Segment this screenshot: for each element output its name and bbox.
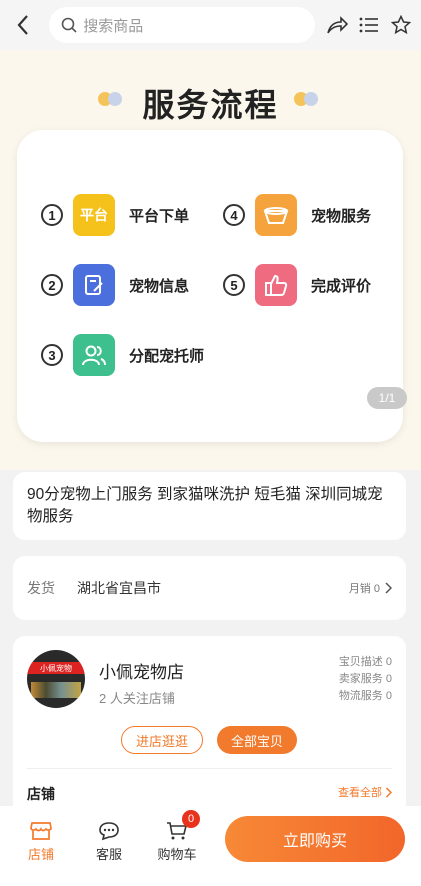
store-icon xyxy=(30,818,52,844)
product-title: 90分宠物上门服务 到家猫咪洗护 短毛猫 深圳同城宠物服务 xyxy=(13,472,406,540)
step-number: 3 xyxy=(41,344,63,366)
shop-section-label: 店铺 xyxy=(27,786,55,802)
step-label: 完成评价 xyxy=(311,277,372,295)
search-input[interactable]: 搜索商品 xyxy=(49,7,315,43)
tab-customer-service[interactable]: 客服 xyxy=(82,818,136,863)
search-placeholder: 搜索商品 xyxy=(83,17,144,35)
step-number: 1 xyxy=(41,204,63,226)
tab-cart[interactable]: 购物车 0 xyxy=(150,810,204,863)
pet-bowl-icon xyxy=(255,194,297,236)
platform-icon: 平台 xyxy=(73,194,115,236)
share-icon[interactable] xyxy=(325,13,349,37)
step-4: 4 宠物服务 xyxy=(223,194,371,236)
step-label: 平台下单 xyxy=(129,207,190,225)
pet-info-icon xyxy=(73,264,115,306)
step-number: 2 xyxy=(41,274,63,296)
favorite-star-icon[interactable] xyxy=(389,13,413,37)
step-number: 5 xyxy=(223,274,245,296)
step-label: 分配宠托师 xyxy=(129,347,205,365)
shipping-label: 发货 xyxy=(27,580,55,596)
menu-list-icon[interactable] xyxy=(357,13,381,37)
divider xyxy=(27,768,392,769)
shipping-location: 湖北省宜昌市 xyxy=(77,580,161,596)
shop-avatar[interactable]: 小佩宠物 xyxy=(27,650,85,708)
tab-store[interactable]: 店铺 xyxy=(14,818,68,863)
step-label: 宠物信息 xyxy=(129,277,190,295)
step-2: 2 宠物信息 xyxy=(41,264,189,306)
assign-sitter-icon xyxy=(73,334,115,376)
shipping-row[interactable]: 发货 湖北省宜昌市 月销 0 xyxy=(13,556,406,620)
back-icon[interactable] xyxy=(8,10,37,40)
step-5: 5 完成评价 xyxy=(223,264,371,306)
see-all-link[interactable]: 查看全部 xyxy=(338,784,392,800)
all-items-button[interactable]: 全部宝贝 xyxy=(217,726,297,754)
chevron-right-icon xyxy=(385,786,392,798)
step-number: 4 xyxy=(223,204,245,226)
enter-shop-button[interactable]: 进店逛逛 xyxy=(121,726,203,754)
shop-followers: 2 人关注店铺 xyxy=(99,691,175,706)
shop-ratings: 宝贝描述 0 卖家服务 0 物流服务 0 xyxy=(338,656,392,702)
chevron-right-icon xyxy=(385,582,392,594)
banner-pager: 1/1 xyxy=(367,387,407,409)
service-flow-banner[interactable]: 服务流程 1 平台 平台下单 2 宠物信息 3 分配宠托师 4 宠物服务 5 完… xyxy=(0,50,421,470)
banner-title: 服务流程 xyxy=(142,87,279,123)
service-steps-card: 1 平台 平台下单 2 宠物信息 3 分配宠托师 4 宠物服务 5 完成评价 xyxy=(17,130,403,442)
monthly-sales: 月销 0 xyxy=(349,580,392,596)
buy-now-button[interactable]: 立即购买 xyxy=(225,816,405,862)
step-label: 宠物服务 xyxy=(311,207,372,225)
cart-badge: 0 xyxy=(182,810,200,828)
bottom-bar: 店铺 客服 购物车 0 立即购买 xyxy=(0,806,421,886)
thumbs-up-icon xyxy=(255,264,297,306)
step-3: 3 分配宠托师 xyxy=(41,334,204,376)
search-icon xyxy=(61,17,77,33)
chat-icon xyxy=(98,818,120,844)
shop-name[interactable]: 小佩宠物店 xyxy=(99,658,184,683)
top-bar: 搜索商品 xyxy=(0,0,421,50)
step-1: 1 平台 平台下单 xyxy=(41,194,189,236)
